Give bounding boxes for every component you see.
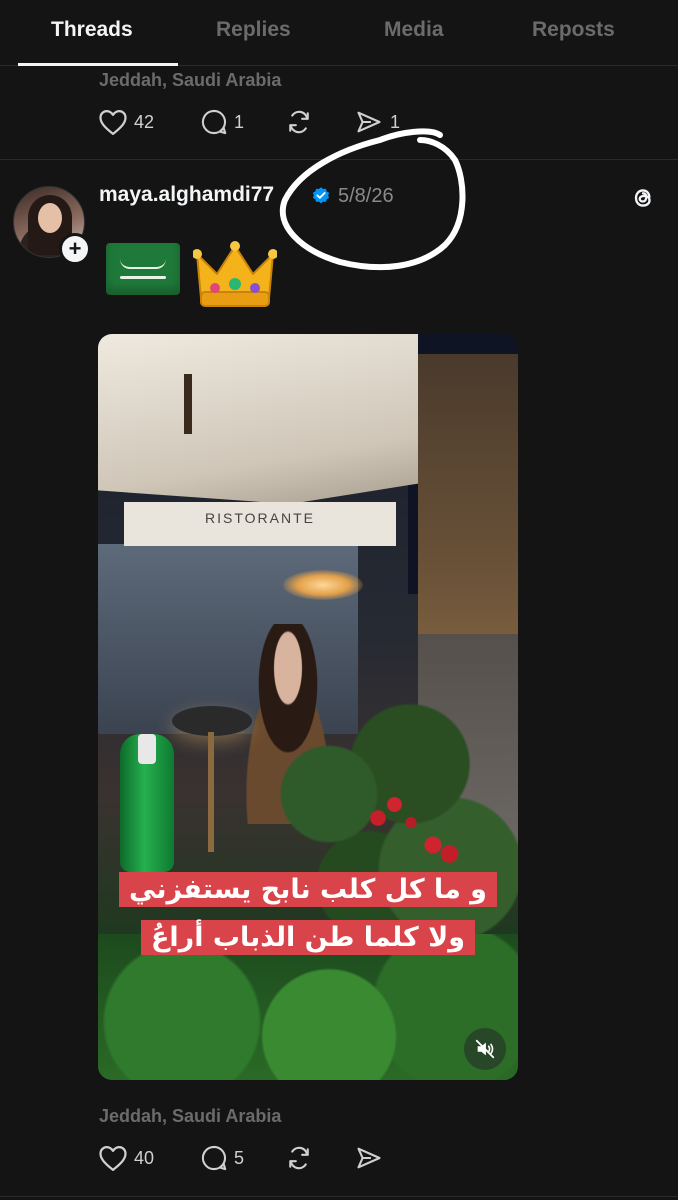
send-icon [357, 111, 381, 133]
umbrella-awning [98, 334, 418, 504]
umbrella-pole [184, 374, 192, 434]
caption-text-2: ولا كلما طن الذباب أراعُ [140, 920, 476, 955]
previous-post-location[interactable]: Jeddah, Saudi Arabia [99, 70, 281, 91]
bottle-cap [138, 734, 156, 764]
repost-icon [289, 1146, 309, 1170]
repost-icon [289, 110, 309, 134]
crown-emoji [193, 241, 277, 307]
flag-sword [120, 276, 166, 279]
red-berries [356, 782, 466, 872]
video-caption-line-1: و ما كل كلب نابح يستفزني [98, 872, 518, 907]
plus-icon: + [68, 236, 82, 261]
video-caption-line-2: ولا كلما طن الذباب أراعُ [98, 920, 518, 955]
comment-icon [201, 1145, 227, 1171]
tab-replies[interactable]: Replies [216, 18, 291, 42]
like-button[interactable]: 42 [98, 107, 154, 137]
like-count: 40 [134, 1147, 155, 1168]
reply-button[interactable]: 5 [200, 1143, 244, 1173]
reply-count: 1 [234, 111, 245, 132]
share-count: 1 [390, 111, 401, 132]
share-button[interactable]: 1 [354, 107, 400, 137]
repost-button[interactable] [284, 107, 314, 137]
flag-script [120, 255, 166, 269]
mute-button[interactable] [464, 1028, 506, 1070]
share-button[interactable] [354, 1143, 384, 1173]
profile-tabs: Threads Replies Media Reposts [0, 0, 678, 66]
foreground-leaves [98, 934, 518, 1080]
post-video[interactable]: RISTORANTE و ما كل كلب نابح يستفزني ولا … [98, 334, 518, 1080]
like-count: 42 [134, 111, 155, 132]
reply-button[interactable]: 1 [200, 107, 244, 137]
tab-threads[interactable]: Threads [51, 18, 133, 42]
send-icon [357, 1147, 381, 1169]
reply-count: 5 [234, 1147, 245, 1168]
post-divider-bottom [0, 1196, 678, 1197]
tab-media[interactable]: Media [384, 18, 444, 42]
verified-badge-icon [312, 187, 330, 204]
post-date[interactable]: 5/8/26 [338, 185, 394, 208]
follow-plus-button[interactable]: + [59, 233, 91, 265]
active-tab-indicator [18, 63, 178, 66]
caption-text-1: و ما كل كلب نابح يستفزني [119, 872, 497, 907]
post-divider [0, 159, 678, 160]
saudi-flag-emoji [106, 243, 180, 295]
repost-button[interactable] [284, 1143, 314, 1173]
heater-lamp [283, 570, 363, 600]
heart-icon [99, 1146, 127, 1171]
post-location[interactable]: Jeddah, Saudi Arabia [99, 1106, 281, 1127]
comment-icon [201, 109, 227, 135]
heart-icon [99, 110, 127, 135]
restaurant-sign: RISTORANTE [124, 502, 396, 546]
like-button[interactable]: 40 [98, 1143, 154, 1173]
tab-reposts[interactable]: Reposts [532, 18, 615, 42]
speaker-muted-icon [475, 1039, 495, 1059]
profile-page: Threads Replies Media Reposts Jeddah, Sa… [0, 0, 678, 1200]
avatar-face [38, 203, 62, 233]
table-lamp-stem [208, 732, 214, 852]
threads-logo-icon[interactable] [629, 184, 657, 212]
username[interactable]: maya.alghamdi77 [99, 183, 274, 207]
